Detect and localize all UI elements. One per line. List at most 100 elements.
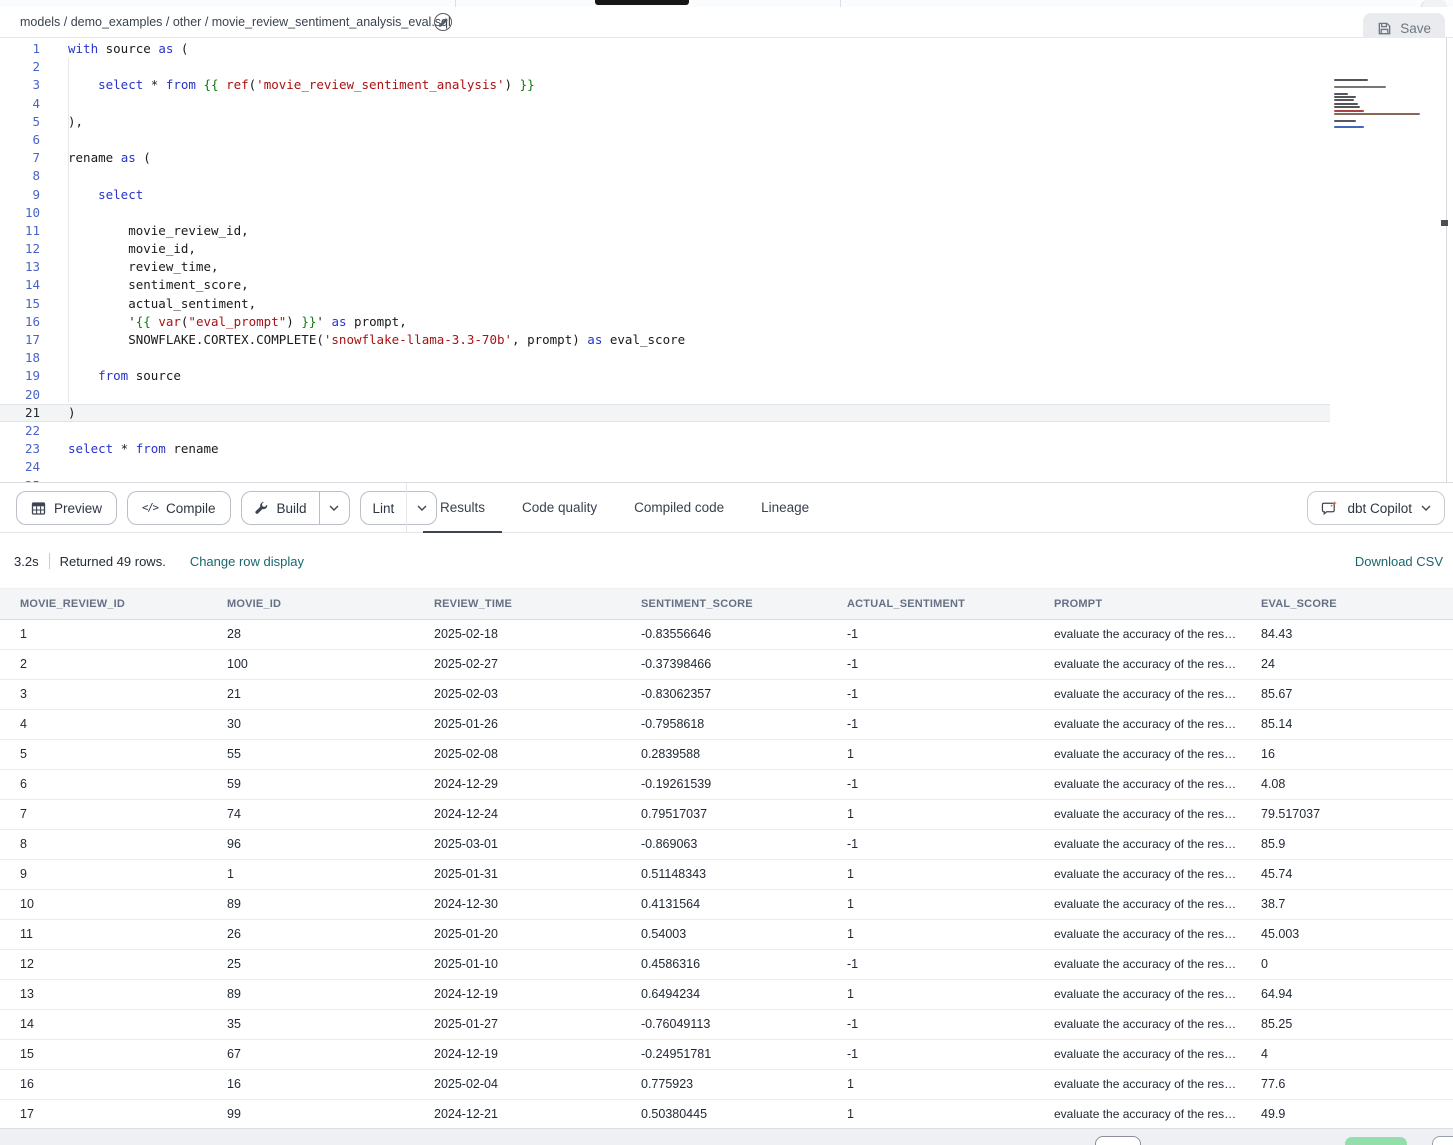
- results-table: MOVIE_REVIEW_IDMOVIE_IDREVIEW_TIMESENTIM…: [0, 588, 1453, 1130]
- download-csv-link[interactable]: Download CSV: [1355, 554, 1443, 569]
- table-row[interactable]: 21002025-02-27-0.37398466-1evaluate the …: [0, 650, 1453, 680]
- table-row[interactable]: 14352025-01-27-0.76049113-1evaluate the …: [0, 1010, 1453, 1040]
- edit-file-icon[interactable]: [434, 13, 452, 31]
- compile-button[interactable]: </> Compile: [127, 491, 231, 525]
- code-line[interactable]: 24: [0, 458, 1330, 476]
- code-line[interactable]: 18: [0, 349, 1330, 367]
- column-header-actual_sentiment[interactable]: ACTUAL_SENTIMENT: [827, 589, 1034, 620]
- column-header-prompt[interactable]: PROMPT: [1034, 589, 1241, 620]
- code-line[interactable]: 14 sentiment_score,: [0, 276, 1330, 294]
- table-row[interactable]: 15672024-12-19-0.24951781-1evaluate the …: [0, 1040, 1453, 1070]
- code-line[interactable]: 21): [0, 404, 1330, 422]
- table-row[interactable]: 5552025-02-080.28395881evaluate the accu…: [0, 740, 1453, 770]
- code-line[interactable]: 13 review_time,: [0, 258, 1330, 276]
- bottom-control-button[interactable]: [1095, 1136, 1141, 1145]
- cell-movie-review-id: 2: [0, 650, 207, 679]
- code-line[interactable]: 8: [0, 167, 1330, 185]
- code-line[interactable]: 7rename as (: [0, 149, 1330, 167]
- cell-actual-sentiment: 1: [827, 1100, 1034, 1129]
- line-number: 18: [0, 349, 40, 367]
- code-text: [40, 349, 68, 367]
- table-row[interactable]: 8962025-03-01-0.869063-1evaluate the acc…: [0, 830, 1453, 860]
- cell-movie-id: 99: [207, 1100, 414, 1129]
- table-row[interactable]: 3212025-02-03-0.83062357-1evaluate the a…: [0, 680, 1453, 710]
- code-line[interactable]: 9 select: [0, 186, 1330, 204]
- scrollbar-marker[interactable]: [1441, 220, 1448, 226]
- code-line[interactable]: 23select * from rename: [0, 440, 1330, 458]
- breadcrumb[interactable]: models / demo_examples / other / movie_r…: [20, 7, 451, 37]
- change-row-display-link[interactable]: Change row display: [190, 554, 304, 569]
- code-line[interactable]: 3 select * from {{ ref('movie_review_sen…: [0, 76, 1330, 94]
- cell-sentiment-score: 0.4586316: [621, 950, 827, 979]
- code-line[interactable]: 11 movie_review_id,: [0, 222, 1330, 240]
- prompt-text: evaluate the accuracy of the res…: [1054, 1040, 1236, 1069]
- prompt-text: evaluate the accuracy of the res…: [1054, 890, 1236, 919]
- cell-eval-score: 4.08: [1241, 770, 1453, 799]
- code-line[interactable]: 4: [0, 95, 1330, 113]
- table-row[interactable]: 1282025-02-18-0.83556646-1evaluate the a…: [0, 620, 1453, 650]
- cell-prompt: evaluate the accuracy of the res…: [1034, 1010, 1241, 1039]
- preview-button[interactable]: Preview: [16, 491, 117, 525]
- dbt-copilot-button[interactable]: dbt Copilot: [1307, 491, 1445, 525]
- code-line[interactable]: 1with source as (: [0, 40, 1330, 58]
- table-row[interactable]: 6592024-12-29-0.19261539-1evaluate the a…: [0, 770, 1453, 800]
- table-row[interactable]: 13892024-12-190.64942341evaluate the acc…: [0, 980, 1453, 1010]
- prompt-text: evaluate the accuracy of the res…: [1054, 950, 1236, 979]
- table-row[interactable]: 912025-01-310.511483431evaluate the accu…: [0, 860, 1453, 890]
- code-line[interactable]: 5),: [0, 113, 1330, 131]
- cell-sentiment-score: 0.79517037: [621, 800, 827, 829]
- column-header-movie_review_id[interactable]: MOVIE_REVIEW_ID: [0, 589, 207, 620]
- line-number: 1: [0, 40, 40, 58]
- code-line[interactable]: 2: [0, 58, 1330, 76]
- column-header-movie_id[interactable]: MOVIE_ID: [207, 589, 414, 620]
- cell-prompt: evaluate the accuracy of the res…: [1034, 1100, 1241, 1129]
- tab-separator: [840, 0, 841, 7]
- bottom-control-button[interactable]: [1432, 1136, 1453, 1145]
- column-header-review_time[interactable]: REVIEW_TIME: [414, 589, 621, 620]
- table-row[interactable]: 10892024-12-300.41315641evaluate the acc…: [0, 890, 1453, 920]
- toolbar-divider: [406, 483, 407, 533]
- cell-review-time: 2025-01-31: [414, 860, 621, 889]
- column-header-sentiment_score[interactable]: SENTIMENT_SCORE: [621, 589, 827, 620]
- code-line[interactable]: 22: [0, 422, 1330, 440]
- cell-sentiment-score: -0.869063: [621, 830, 827, 859]
- code-line[interactable]: 16 '{{ var("eval_prompt") }}' as prompt,: [0, 313, 1330, 331]
- table-row[interactable]: 11262025-01-200.540031evaluate the accur…: [0, 920, 1453, 950]
- bottom-green-button[interactable]: [1345, 1137, 1407, 1145]
- cell-movie-review-id: 17: [0, 1100, 207, 1129]
- lint-button[interactable]: Lint: [361, 492, 407, 524]
- tab-code-quality[interactable]: Code quality: [522, 483, 597, 533]
- code-line[interactable]: 19 from source: [0, 367, 1330, 385]
- cell-prompt: evaluate the accuracy of the res…: [1034, 1070, 1241, 1099]
- table-row[interactable]: 12252025-01-100.4586316-1evaluate the ac…: [0, 950, 1453, 980]
- prompt-text: evaluate the accuracy of the res…: [1054, 980, 1236, 1009]
- code-line[interactable]: 10: [0, 204, 1330, 222]
- column-header-eval_score[interactable]: EVAL_SCORE: [1241, 589, 1453, 620]
- tab-results[interactable]: Results: [440, 483, 485, 533]
- table-row[interactable]: 17992024-12-210.503804451evaluate the ac…: [0, 1100, 1453, 1130]
- minimap[interactable]: [1334, 79, 1434, 131]
- cell-movie-review-id: 13: [0, 980, 207, 1009]
- tab-compiled-code[interactable]: Compiled code: [634, 483, 724, 533]
- tab-lineage[interactable]: Lineage: [761, 483, 809, 533]
- table-row[interactable]: 4302025-01-26-0.7958618-1evaluate the ac…: [0, 710, 1453, 740]
- code-text: select: [40, 186, 143, 204]
- code-line[interactable]: 15 actual_sentiment,: [0, 295, 1330, 313]
- status-divider: [49, 553, 50, 569]
- code-line[interactable]: 20: [0, 386, 1330, 404]
- cell-movie-review-id: 10: [0, 890, 207, 919]
- code-editor[interactable]: 1with source as (23 select * from {{ ref…: [0, 38, 1447, 482]
- lint-dropdown-button[interactable]: [406, 492, 436, 524]
- code-line[interactable]: 12 movie_id,: [0, 240, 1330, 258]
- code-line[interactable]: 6: [0, 131, 1330, 149]
- build-dropdown-button[interactable]: [319, 492, 349, 524]
- cell-sentiment-score: -0.7958618: [621, 710, 827, 739]
- code-text: sentiment_score,: [40, 276, 249, 294]
- build-button[interactable]: Build: [242, 492, 319, 524]
- line-number: 5: [0, 113, 40, 131]
- table-row[interactable]: 7742024-12-240.795170371evaluate the acc…: [0, 800, 1453, 830]
- code-line[interactable]: 17 SNOWFLAKE.CORTEX.COMPLETE('snowflake-…: [0, 331, 1330, 349]
- cell-sentiment-score: 0.51148343: [621, 860, 827, 889]
- table-row[interactable]: 16162025-02-040.7759231evaluate the accu…: [0, 1070, 1453, 1100]
- pencil-icon: [439, 18, 448, 27]
